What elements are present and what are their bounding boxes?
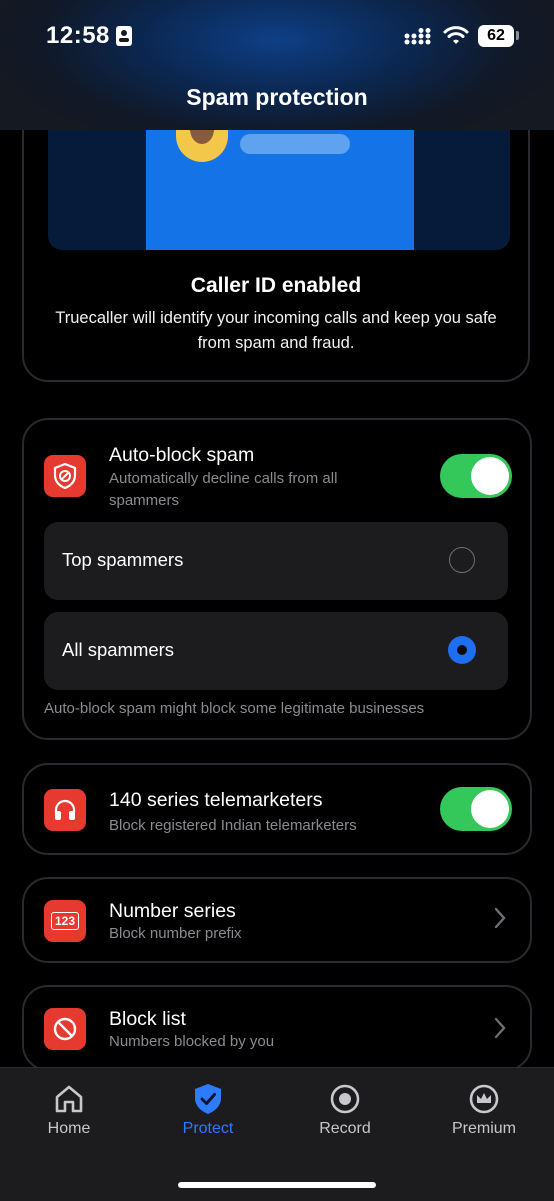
- number-series-row[interactable]: 123 Number series Block number prefix: [22, 877, 532, 963]
- auto-block-card: Auto-block spam Automatically decline ca…: [22, 418, 532, 740]
- signal-icon: [404, 28, 434, 51]
- chevron-right-icon: [494, 907, 506, 935]
- home-indicator: [178, 1182, 376, 1188]
- telemarketers-toggle[interactable]: [440, 787, 512, 831]
- number-series-subtitle: Block number prefix: [109, 925, 242, 942]
- auto-block-subtitle: Automatically decline calls from all spa…: [109, 470, 338, 509]
- home-icon: [19, 1082, 119, 1116]
- tab-label: Protect: [182, 1120, 234, 1137]
- tab-label: Record: [319, 1120, 371, 1137]
- number-series-title: Number series: [109, 900, 236, 922]
- caller-id-preview-image: [48, 122, 510, 250]
- telemarketers-card: 140 series telemarketers Block registere…: [22, 763, 532, 855]
- block-list-title: Block list: [109, 1008, 186, 1030]
- shield-check-icon: [158, 1082, 258, 1116]
- tab-label: Home: [47, 1120, 91, 1137]
- nav-header: 12:58 62 Spam protection: [0, 0, 554, 130]
- tab-premium[interactable]: Premium: [434, 1082, 534, 1138]
- headphones-icon: [44, 789, 86, 831]
- telemarketers-subtitle: Block registered Indian telemarketers: [109, 817, 357, 834]
- number-series-icon: 123: [44, 900, 86, 942]
- name-placeholder-bar: [240, 134, 350, 154]
- option-label: All spammers: [62, 639, 175, 660]
- radio-selected[interactable]: [448, 636, 476, 664]
- tab-protect[interactable]: Protect: [158, 1082, 258, 1138]
- status-time: 12:58: [46, 22, 110, 49]
- option-all-spammers[interactable]: All spammers: [44, 612, 508, 690]
- tab-label: Premium: [451, 1120, 516, 1137]
- caller-id-description: Truecaller will identify your incoming c…: [55, 309, 497, 352]
- bottom-tab-bar: Home Protect Record Premium: [0, 1067, 554, 1201]
- option-top-spammers[interactable]: Top spammers: [44, 522, 508, 600]
- tab-home[interactable]: Home: [19, 1082, 119, 1138]
- caller-id-title: Caller ID enabled: [190, 274, 362, 297]
- focus-id-icon: [116, 26, 132, 46]
- wifi-icon: [443, 24, 469, 51]
- phone-preview: [146, 122, 414, 250]
- page-title: Spam protection: [186, 84, 368, 110]
- crown-icon: [434, 1082, 534, 1116]
- battery-indicator: 62: [478, 25, 514, 47]
- auto-block-footnote: Auto-block spam might block some legitim…: [44, 700, 425, 717]
- block-list-subtitle: Numbers blocked by you: [109, 1033, 275, 1050]
- option-label: Top spammers: [62, 549, 184, 570]
- tab-record[interactable]: Record: [295, 1082, 395, 1138]
- auto-block-toggle[interactable]: [440, 454, 512, 498]
- telemarketers-title: 140 series telemarketers: [109, 789, 323, 811]
- block-list-row[interactable]: Block list Numbers blocked by you: [22, 985, 532, 1071]
- battery-tip: [516, 31, 519, 40]
- chevron-right-icon: [494, 1017, 506, 1045]
- auto-block-title: Auto-block spam: [109, 444, 255, 466]
- record-icon: [295, 1082, 395, 1116]
- radio-unselected[interactable]: [449, 547, 475, 573]
- block-icon: [44, 1008, 86, 1050]
- shield-block-icon: [44, 455, 86, 497]
- number-series-icon-text: 123: [50, 912, 80, 930]
